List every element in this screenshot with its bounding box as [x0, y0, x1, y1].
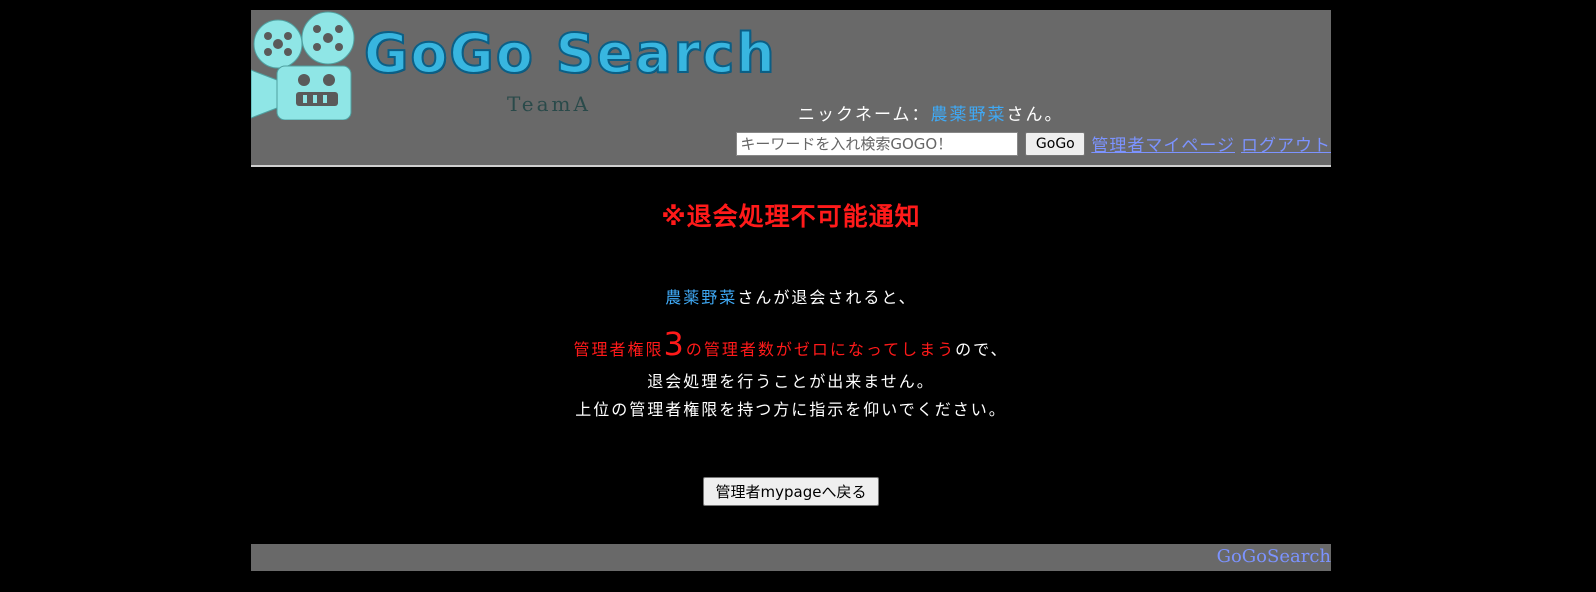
message-line-4: 上位の管理者権限を持つ方に指示を仰いでください。: [575, 400, 1007, 419]
logo-subtitle: TeamA: [507, 92, 591, 116]
message-nickname: 農薬野菜: [665, 288, 738, 307]
search-bar: GoGo 管理者マイページ ログアウト: [736, 131, 1331, 156]
message-admin-level-label: 管理者権限: [573, 340, 664, 359]
page-container: GoGo Search TeamA ニックネーム：農薬野菜さん。 GoGo 管理…: [251, 10, 1331, 571]
message-line-2: 管理者権限3の管理者数がゼロになってしまうので、: [251, 325, 1331, 363]
message-line-3: 退会処理を行うことが出来ません。: [647, 372, 935, 391]
footer-home-link[interactable]: GoGoSearch: [1217, 546, 1331, 567]
nickname-display: ニックネーム：農薬野菜さん。: [798, 100, 1064, 125]
search-input[interactable]: [736, 131, 1019, 156]
admin-mypage-link[interactable]: 管理者マイページ: [1091, 131, 1235, 156]
message-warning-text: の管理者数がゼロになってしまう: [685, 340, 956, 359]
nickname-value: 農薬野菜: [930, 105, 1007, 125]
nickname-label: ニックネーム：: [798, 105, 931, 125]
message-line-1: 農薬野菜さんが退会されると、: [251, 284, 1331, 308]
site-footer: GoGoSearch: [251, 544, 1331, 571]
film-camera-logo-icon: [251, 11, 355, 120]
logo-title: GoGo Search: [363, 21, 777, 86]
message-line-1-text: さんが退会されると、: [737, 288, 917, 307]
back-to-mypage-button[interactable]: 管理者mypageへ戻る: [703, 477, 879, 506]
search-button[interactable]: GoGo: [1025, 131, 1086, 156]
logout-link[interactable]: ログアウト: [1241, 131, 1331, 156]
message-line-2-text: ので、: [955, 340, 1009, 359]
message-admin-level: 3: [663, 325, 686, 363]
main-content: ※退会処理不可能通知 農薬野菜さんが退会されると、 管理者権限3の管理者数がゼロ…: [251, 167, 1331, 544]
page-title: ※退会処理不可能通知: [661, 202, 921, 231]
site-header: GoGo Search TeamA ニックネーム：農薬野菜さん。 GoGo 管理…: [251, 10, 1331, 167]
nickname-suffix: さん。: [1006, 105, 1064, 125]
